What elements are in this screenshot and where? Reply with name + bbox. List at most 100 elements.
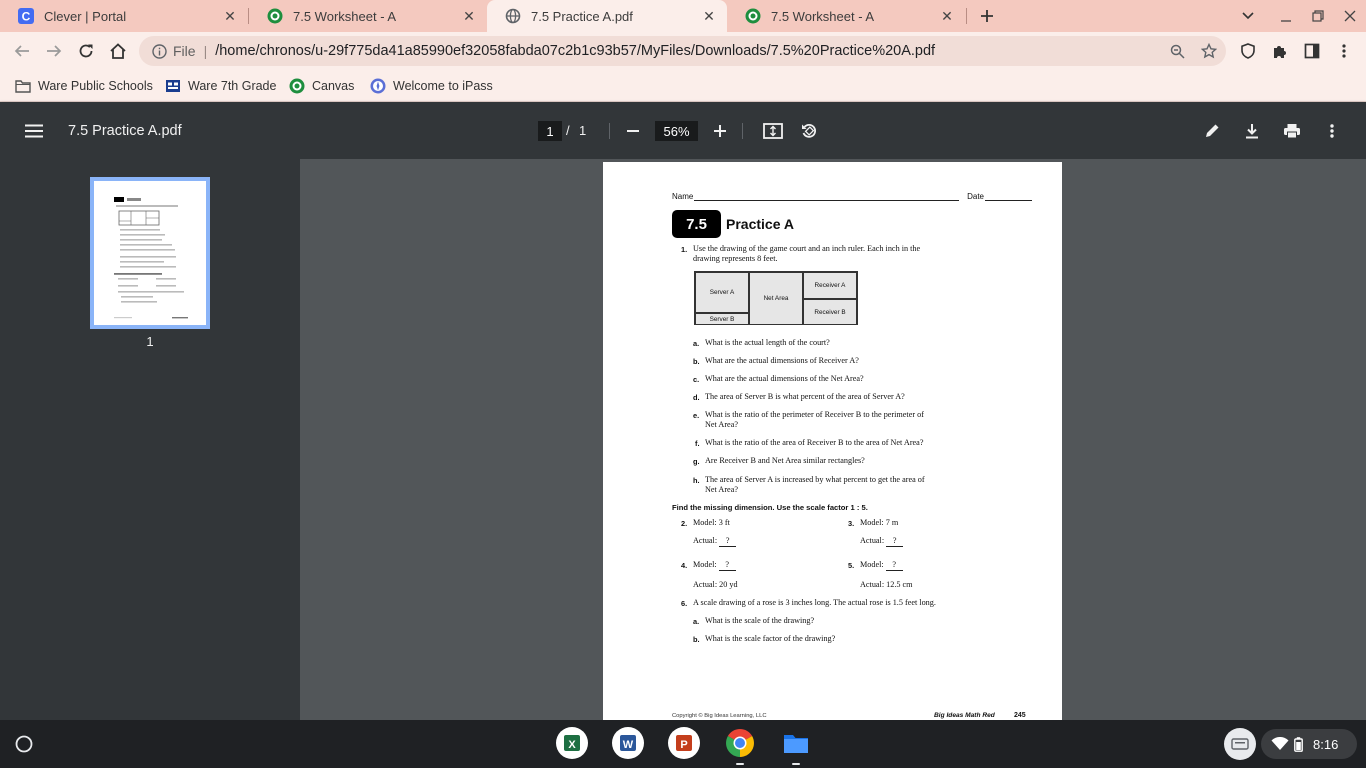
zoom-in-icon[interactable]: [707, 102, 733, 159]
url-text[interactable]: /home/chronos/u-29f775da41a85990ef32058f…: [215, 43, 1162, 59]
tab-title: 7.5 Practice A.pdf: [531, 8, 633, 24]
close-tab-icon[interactable]: ✕: [701, 8, 717, 24]
status-tray[interactable]: 8:16: [1261, 729, 1357, 759]
restore-icon[interactable]: [1304, 0, 1332, 32]
chrome-menu-icon[interactable]: [1330, 32, 1358, 70]
answer-blank: ?: [718, 560, 736, 571]
part-d-text: The area of Server B is what percent of …: [705, 392, 905, 401]
bookmark-welcome-ipass[interactable]: Welcome to iPass: [370, 70, 493, 102]
annotate-pen-icon[interactable]: [1198, 102, 1226, 159]
extensions-puzzle-icon[interactable]: [1266, 32, 1294, 70]
bookmark-ware-7th-grade[interactable]: Ware 7th Grade: [165, 70, 276, 102]
close-tab-icon[interactable]: ✕: [461, 8, 477, 24]
tab-worksheet-a-2[interactable]: 7.5 Worksheet - A ✕: [727, 0, 965, 32]
side-panel-icon[interactable]: [1298, 32, 1326, 70]
bookmark-star-icon[interactable]: [1192, 43, 1226, 59]
shield-extension-icon[interactable]: [1234, 32, 1262, 70]
text-line: Net Area?: [705, 420, 738, 429]
zoom-magnifier-icon[interactable]: [1162, 44, 1192, 59]
pdf-page: Name Date 7.5 Practice A 1. Use the draw…: [603, 162, 1062, 720]
actual-value: 12.5 cm: [886, 580, 913, 589]
battery-icon: [1294, 736, 1303, 752]
name-line: [694, 193, 960, 201]
answer-blank: ?: [719, 536, 737, 547]
files-app-icon[interactable]: [780, 727, 812, 759]
thumbnail-page-number: 1: [146, 334, 154, 349]
name-date-row: Name Date: [672, 192, 1032, 201]
download-icon[interactable]: [1238, 102, 1266, 159]
clock-time: 8:16: [1313, 736, 1339, 752]
word-app-icon[interactable]: W: [612, 727, 644, 759]
part-b-text: What are the actual dimensions of Receiv…: [705, 356, 859, 365]
more-options-icon[interactable]: [1318, 102, 1346, 159]
q2-actual: Actual: ?: [693, 536, 737, 547]
address-bar[interactable]: File | /home/chronos/u-29f775da41a85990e…: [139, 36, 1226, 66]
model-label: Model:: [693, 560, 717, 569]
print-icon[interactable]: [1278, 102, 1306, 159]
book-title-footer: Big Ideas Math Red: [934, 712, 995, 719]
home-icon[interactable]: [104, 32, 132, 70]
launcher-icon[interactable]: [8, 728, 40, 760]
part-letter: f.: [695, 439, 700, 448]
zoom-out-icon[interactable]: [620, 102, 646, 159]
minimize-icon[interactable]: [1272, 0, 1300, 32]
answer-blank: ?: [885, 560, 903, 571]
tab-strip: C Clever | Portal ✕ 7.5 Worksheet - A ✕ …: [0, 0, 1366, 32]
info-icon[interactable]: [151, 43, 167, 59]
tab-practice-pdf[interactable]: 7.5 Practice A.pdf ✕: [487, 0, 727, 32]
back-arrow-icon[interactable]: [8, 32, 36, 70]
fit-to-page-icon[interactable]: [759, 102, 787, 159]
text-line: drawing represents 8 feet.: [693, 254, 778, 263]
text-line: What is the ratio of the perimeter of Re…: [705, 410, 924, 419]
document-viewport[interactable]: Name Date 7.5 Practice A 1. Use the draw…: [300, 159, 1366, 720]
actual-label: Actual:: [693, 536, 718, 545]
reload-icon[interactable]: [72, 32, 100, 70]
close-window-icon[interactable]: [1336, 0, 1364, 32]
chrome-app-icon[interactable]: [724, 727, 756, 759]
new-tab-icon[interactable]: [973, 0, 1001, 32]
question-6-text: A scale drawing of a rose is 3 inches lo…: [693, 598, 936, 607]
powerpoint-app-icon[interactable]: P: [668, 727, 700, 759]
url-scheme-label: File: [173, 43, 196, 59]
tab-worksheet-a[interactable]: 7.5 Worksheet - A ✕: [249, 0, 487, 32]
hamburger-menu-icon[interactable]: [20, 102, 48, 159]
bookmark-canvas[interactable]: Canvas: [289, 70, 354, 102]
court-server-a: Server A: [695, 272, 749, 313]
page-thumbnail[interactable]: [90, 177, 210, 329]
copyright-footer: Copyright © Big Ideas Learning, LLC: [672, 713, 767, 719]
toolbar-divider: [742, 123, 743, 139]
part-letter: b.: [693, 357, 700, 366]
game-court-diagram: Server A Server B Net Area Receiver A Re…: [694, 271, 858, 325]
excel-app-icon[interactable]: X: [556, 727, 588, 759]
actual-label: Actual:: [860, 536, 885, 545]
question-number: 6.: [681, 599, 688, 608]
wifi-icon: [1271, 737, 1289, 751]
tab-search-chevron-icon[interactable]: [1234, 0, 1262, 32]
answer-blank: ?: [886, 536, 904, 547]
page-thumbnail-preview: [114, 197, 188, 319]
actual-value: 20 yd: [719, 580, 738, 589]
close-tab-icon[interactable]: ✕: [222, 8, 238, 24]
worksheet-title: Practice A: [726, 216, 794, 232]
forward-arrow-icon[interactable]: [40, 32, 68, 70]
files-running-indicator: [792, 763, 800, 765]
part-g-text: Are Receiver B and Net Area similar rect…: [705, 456, 865, 465]
q6-part-a-text: What is the scale of the drawing?: [705, 616, 815, 625]
actual-label: Actual:: [693, 580, 718, 589]
part-letter: a.: [693, 339, 700, 348]
part-a-text: What is the actual length of the court?: [705, 338, 830, 347]
page-number-footer: 245: [1014, 712, 1026, 719]
zoom-level-input[interactable]: 56%: [655, 121, 698, 141]
worksheet-icon: [745, 8, 761, 24]
tab-clever-portal[interactable]: C Clever | Portal ✕: [0, 0, 248, 32]
close-tab-icon[interactable]: ✕: [939, 8, 955, 24]
q6-part-b-text: What is the scale factor of the drawing?: [705, 634, 836, 643]
holding-space-icon[interactable]: [1224, 728, 1256, 760]
total-pages: 1: [579, 123, 587, 138]
rotate-icon[interactable]: [795, 102, 823, 159]
tab-divider: [966, 8, 967, 24]
question-number: 2.: [681, 519, 688, 528]
page-number-input[interactable]: 1: [538, 121, 562, 141]
bookmarks-bar: Ware Public Schools Ware 7th Grade Canva…: [0, 70, 1366, 102]
bookmark-ware-public-schools[interactable]: Ware Public Schools: [15, 70, 153, 102]
